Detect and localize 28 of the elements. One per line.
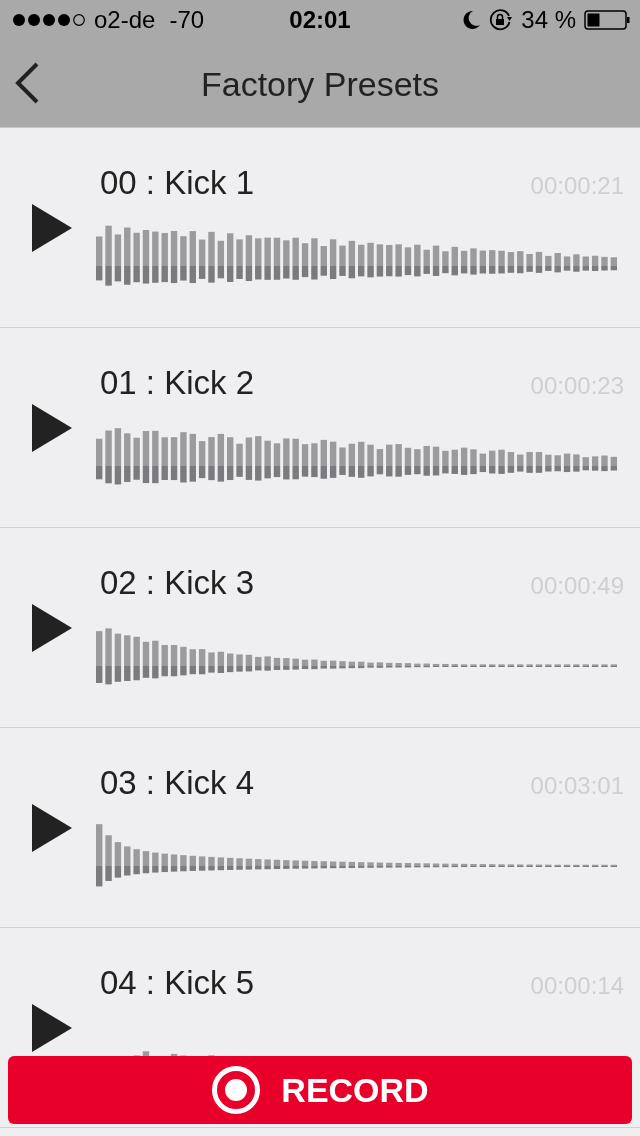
preset-title: 00 : Kick 1 bbox=[100, 164, 255, 202]
carrier-name: o2-de bbox=[94, 6, 156, 34]
play-button[interactable] bbox=[32, 204, 72, 252]
play-button[interactable] bbox=[32, 604, 72, 652]
play-icon bbox=[32, 804, 72, 852]
back-button[interactable] bbox=[14, 62, 40, 104]
play-icon bbox=[32, 404, 72, 452]
signal-icon bbox=[12, 13, 86, 27]
signal-reading: -70 bbox=[169, 6, 205, 34]
rotation-lock-icon bbox=[489, 9, 514, 31]
play-icon bbox=[32, 1004, 72, 1052]
preset-title: 02 : Kick 3 bbox=[100, 564, 255, 602]
preset-title: 04 : Kick 5 bbox=[100, 964, 255, 1002]
play-button[interactable] bbox=[32, 404, 72, 452]
play-button[interactable] bbox=[32, 804, 72, 852]
play-icon bbox=[32, 204, 72, 252]
record-icon bbox=[211, 1065, 262, 1115]
preset-title: 01 : Kick 2 bbox=[100, 364, 255, 402]
record-button[interactable]: RECORD bbox=[8, 1056, 632, 1124]
back-icon bbox=[14, 62, 40, 104]
battery-icon bbox=[584, 10, 630, 30]
status-time: 02:01 bbox=[289, 6, 351, 34]
play-button[interactable] bbox=[32, 1004, 72, 1052]
preset-title: 03 : Kick 4 bbox=[100, 764, 255, 802]
battery-percent: 34 % bbox=[521, 6, 576, 34]
moon-icon bbox=[463, 10, 482, 30]
screen-title: Factory Presets bbox=[200, 64, 440, 104]
play-icon bbox=[32, 604, 72, 652]
